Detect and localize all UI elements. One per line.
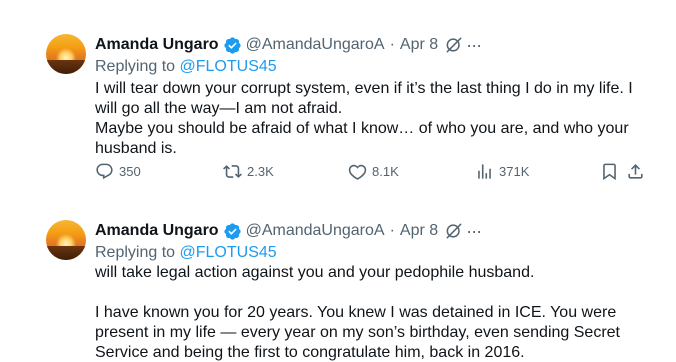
tweet-header: Amanda Ungaro @AmandaUngaroA · Apr 8 ··· <box>95 220 482 242</box>
separator: · <box>389 36 395 53</box>
reply-button[interactable]: 350 <box>95 160 141 182</box>
tweet-paragraph: will take legal action against you and y… <box>95 264 535 281</box>
bookmark-button[interactable] <box>600 160 619 182</box>
action-bar: 350 2.3K 8.1K 371K <box>95 160 650 182</box>
mention-link[interactable]: @FLOTUS45 <box>180 244 277 261</box>
replying-to: Replying to @FLOTUS45 <box>95 58 277 76</box>
bookmark-icon <box>603 163 616 180</box>
reply-icon <box>96 163 113 179</box>
share-icon <box>628 163 643 179</box>
views-count: 371K <box>499 163 530 179</box>
like-count: 8.1K <box>372 163 399 179</box>
repost-button[interactable]: 2.3K <box>223 160 274 182</box>
avatar-horizon <box>46 60 86 74</box>
mention-link[interactable]: @FLOTUS45 <box>180 58 277 75</box>
avatar[interactable] <box>46 220 86 260</box>
author-name[interactable]: Amanda Ungaro <box>95 36 219 54</box>
author-handle[interactable]: @AmandaUngaroA <box>246 36 385 54</box>
grok-icon[interactable] <box>444 35 464 55</box>
separator: · <box>389 222 395 239</box>
grok-icon[interactable] <box>444 221 464 241</box>
author-name[interactable]: Amanda Ungaro <box>95 222 219 240</box>
like-icon <box>348 164 367 180</box>
tweet-paragraph: Maybe you should be afraid of what I kno… <box>95 120 629 157</box>
more-icon[interactable]: ··· <box>466 222 482 240</box>
tweet-date[interactable]: Apr 8 <box>400 36 438 54</box>
views-icon <box>478 163 491 179</box>
verified-badge-icon <box>223 36 242 55</box>
author-handle[interactable]: @AmandaUngaroA <box>246 222 385 240</box>
verified-badge-icon <box>223 222 242 241</box>
views-button[interactable]: 371K <box>475 160 529 182</box>
replying-prefix: Replying to <box>95 58 176 75</box>
tweet-header: Amanda Ungaro @AmandaUngaroA · Apr 8 ··· <box>95 34 482 56</box>
reply-count: 350 <box>119 163 141 179</box>
repost-count: 2.3K <box>247 163 274 179</box>
tweet-text: I will tear down your corrupt system, ev… <box>95 79 655 159</box>
tweet-paragraph: I have known you for 20 years. You knew … <box>95 304 620 361</box>
avatar[interactable] <box>46 34 86 74</box>
like-button[interactable]: 8.1K <box>348 160 399 182</box>
replying-prefix: Replying to <box>95 244 176 261</box>
share-button[interactable] <box>626 160 645 182</box>
avatar-horizon <box>46 246 86 260</box>
tweet-text: will take legal action against you and y… <box>95 263 655 362</box>
replying-to: Replying to @FLOTUS45 <box>95 244 277 262</box>
tweet-paragraph: I will tear down your corrupt system, ev… <box>95 80 633 117</box>
repost-icon <box>223 164 242 178</box>
more-icon[interactable]: ··· <box>466 36 482 54</box>
tweet-date[interactable]: Apr 8 <box>400 222 438 240</box>
